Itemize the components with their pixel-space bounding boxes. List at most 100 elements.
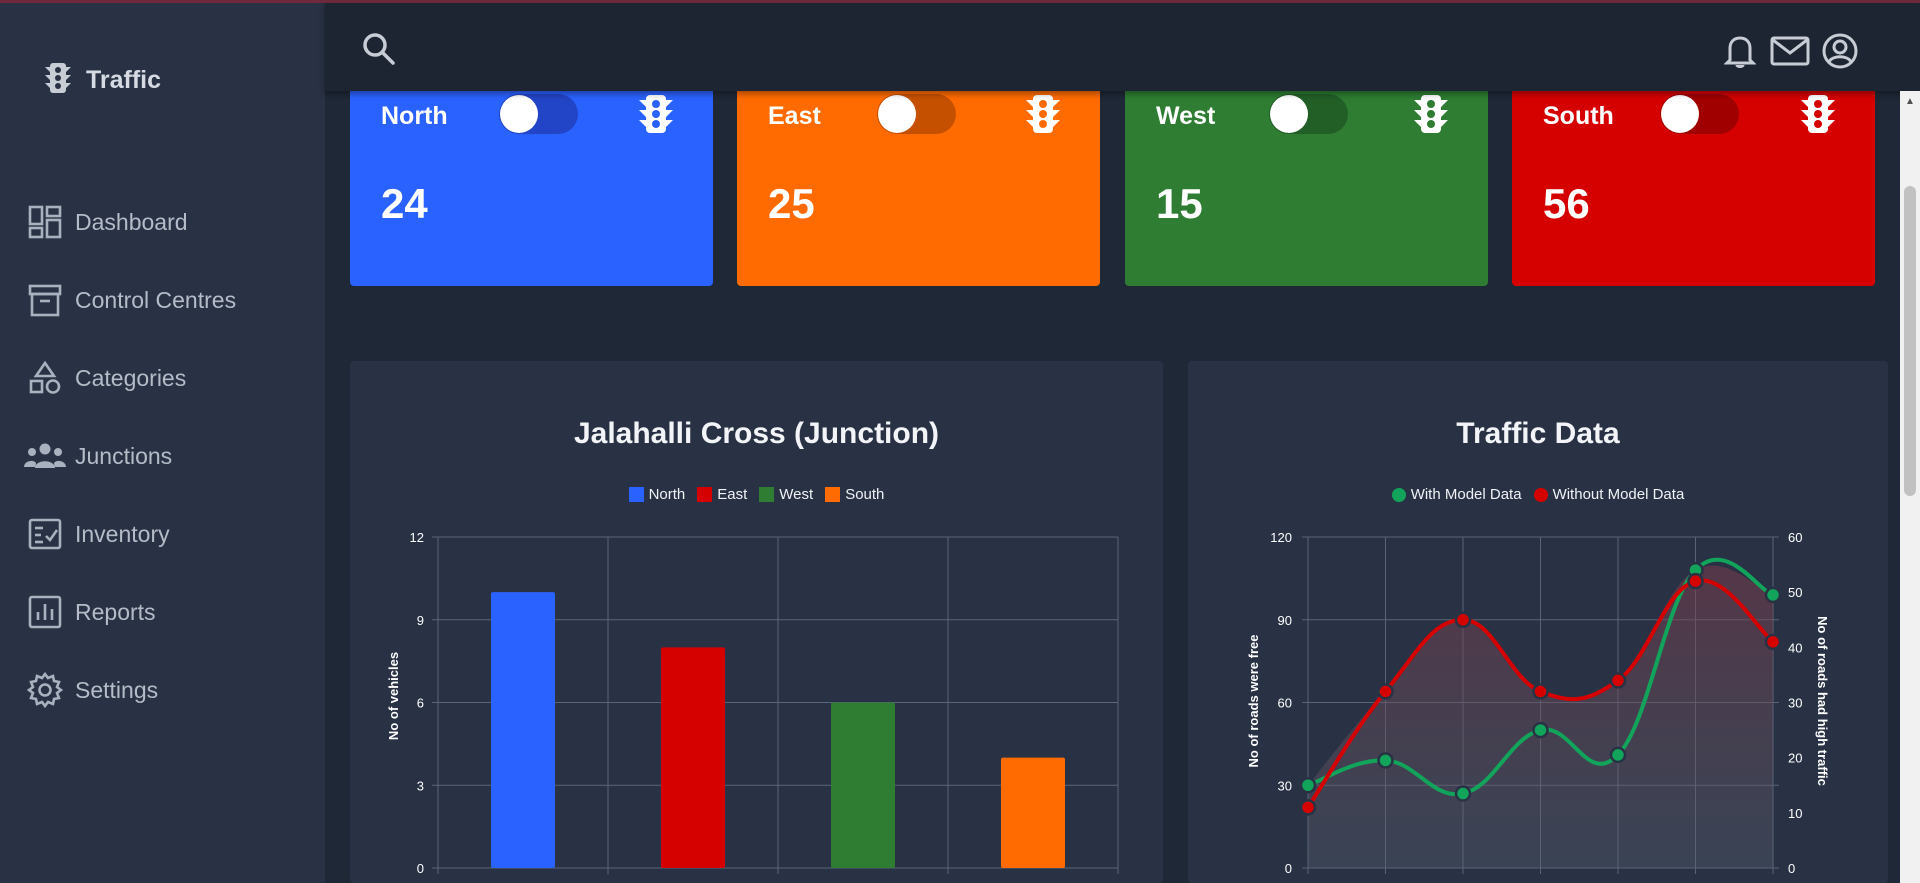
y-tick-label: 9 (417, 613, 424, 628)
dashboard-icon (24, 201, 66, 243)
sidebar-item-label: Control Centres (75, 286, 237, 313)
card-toggle-west[interactable] (1269, 94, 1348, 134)
card-count: 15 (1156, 180, 1203, 227)
card-east[interactable]: East 25 (737, 85, 1100, 286)
point-without-model-data-2[interactable] (1377, 683, 1394, 700)
card-north[interactable]: North 24 (350, 85, 713, 286)
y-tick-label: 0 (417, 861, 424, 876)
sidebar-item-settings[interactable]: Settings (24, 651, 236, 729)
sidebar-item-junctions[interactable]: Junctions (24, 417, 236, 495)
traffic-light-icon (1797, 92, 1839, 141)
toggle-knob (1270, 95, 1308, 133)
checklist-icon (24, 513, 66, 555)
y-right-tick-label: 20 (1788, 751, 1802, 766)
sidebar-item-label: Dashboard (75, 208, 188, 235)
y-right-tick-label: 60 (1788, 530, 1802, 545)
bar-north[interactable] (491, 592, 555, 868)
card-count: 24 (381, 180, 428, 227)
card-title: South (1543, 102, 1614, 130)
bar-south[interactable] (1001, 757, 1065, 868)
point-without-model-data-6[interactable] (1687, 572, 1704, 590)
sidebar: Traffic Dashboard Control Centres Catego… (0, 3, 325, 883)
sidebar-item-label: Junctions (75, 442, 173, 469)
y-right-tick-label: 50 (1788, 585, 1802, 600)
card-toggle-east[interactable] (877, 94, 956, 134)
page-scrollbar[interactable]: ▲ (1900, 91, 1920, 883)
toggle-knob (1661, 95, 1699, 133)
y-tick-label: 6 (417, 696, 424, 711)
point-without-model-data-7[interactable] (1764, 633, 1782, 651)
traffic-light-icon (635, 92, 677, 141)
sidebar-item-inventory[interactable]: Inventory (24, 495, 236, 573)
card-title: North (381, 102, 448, 130)
sidebar-item-control-centres[interactable]: Control Centres (24, 261, 236, 339)
point-with-model-data-2[interactable] (1377, 752, 1394, 769)
card-count: 56 (1543, 180, 1590, 227)
y-right-tick-label: 40 (1788, 640, 1802, 655)
mail-icon[interactable] (1770, 31, 1810, 71)
card-toggle-south[interactable] (1660, 94, 1739, 134)
card-title: West (1156, 102, 1216, 130)
point-without-model-data-1[interactable] (1299, 799, 1317, 816)
sidebar-item-reports[interactable]: Reports (24, 573, 236, 651)
sidebar-item-label: Categories (75, 364, 187, 391)
card-toggle-north[interactable] (499, 94, 578, 134)
y-tick-label: 60 (1278, 696, 1292, 711)
junction-chart-panel: Jalahalli Cross (Junction) North East We… (350, 361, 1163, 883)
toggle-knob (500, 95, 538, 133)
y-tick-label: 90 (1278, 613, 1292, 628)
y-right-tick-label: 10 (1788, 806, 1802, 821)
scrollbar-thumb[interactable] (1904, 186, 1916, 496)
top-header (325, 3, 1920, 91)
point-with-model-data-4[interactable] (1532, 721, 1549, 739)
point-with-model-data-1[interactable] (1299, 777, 1317, 794)
bar-chart: No of vehicles 0 3 6 9 12 (386, 530, 1119, 876)
point-with-model-data-5[interactable] (1609, 746, 1627, 764)
toggle-knob (878, 95, 916, 133)
traffic-data-panel: Traffic Data With Model Data Without Mod… (1188, 361, 1888, 883)
y-right-tick-label: 0 (1788, 861, 1795, 876)
people-group-icon (24, 435, 66, 477)
point-without-model-data-4[interactable] (1532, 683, 1549, 700)
line-chart-ylabel-right: No of roads had high traffic (1815, 616, 1830, 786)
card-title: East (768, 102, 821, 130)
y-tick-label: 3 (417, 778, 424, 793)
traffic-light-icon (1410, 92, 1452, 141)
gear-icon (24, 669, 66, 711)
shapes-icon (24, 357, 66, 399)
card-count: 25 (768, 180, 815, 227)
search-icon[interactable] (361, 31, 399, 69)
brand-name: Traffic (86, 66, 162, 94)
bar-report-icon (24, 591, 66, 633)
y-tick-label: 30 (1278, 778, 1292, 793)
line-chart-ylabel-left: No of roads were free (1246, 635, 1261, 768)
scroll-up-arrow-icon[interactable]: ▲ (1900, 91, 1920, 111)
y-tick-label: 120 (1270, 530, 1292, 545)
point-with-model-data-3[interactable] (1454, 785, 1472, 802)
card-west[interactable]: West 15 (1125, 85, 1488, 286)
traffic-light-icon (1022, 92, 1064, 141)
point-without-model-data-3[interactable] (1454, 611, 1472, 628)
brand[interactable]: Traffic (42, 61, 161, 100)
y-tick-label: 12 (410, 530, 424, 545)
y-tick-label: 0 (1285, 861, 1292, 876)
bar-west[interactable] (831, 702, 895, 869)
archive-box-icon (24, 279, 66, 321)
bar-chart-ylabel: No of vehicles (386, 652, 401, 740)
point-without-model-data-5[interactable] (1609, 672, 1627, 689)
bar-east[interactable] (661, 647, 725, 868)
sidebar-item-label: Reports (75, 598, 156, 625)
sidebar-item-label: Settings (75, 676, 159, 703)
card-south[interactable]: South 56 (1512, 85, 1875, 286)
y-right-tick-label: 30 (1788, 696, 1802, 711)
bell-icon[interactable] (1720, 31, 1760, 71)
user-account-icon[interactable] (1820, 31, 1860, 71)
line-chart: No of roads were free No of roads had hi… (1246, 530, 1830, 876)
point-with-model-data-7[interactable] (1764, 586, 1782, 604)
sidebar-item-categories[interactable]: Categories (24, 339, 236, 417)
sidebar-item-label: Inventory (75, 520, 170, 547)
sidebar-item-dashboard[interactable]: Dashboard (24, 183, 236, 261)
header-actions (1720, 31, 1860, 71)
traffic-light-icon (42, 61, 74, 100)
sidebar-nav: Dashboard Control Centres Categories Jun… (24, 183, 236, 729)
